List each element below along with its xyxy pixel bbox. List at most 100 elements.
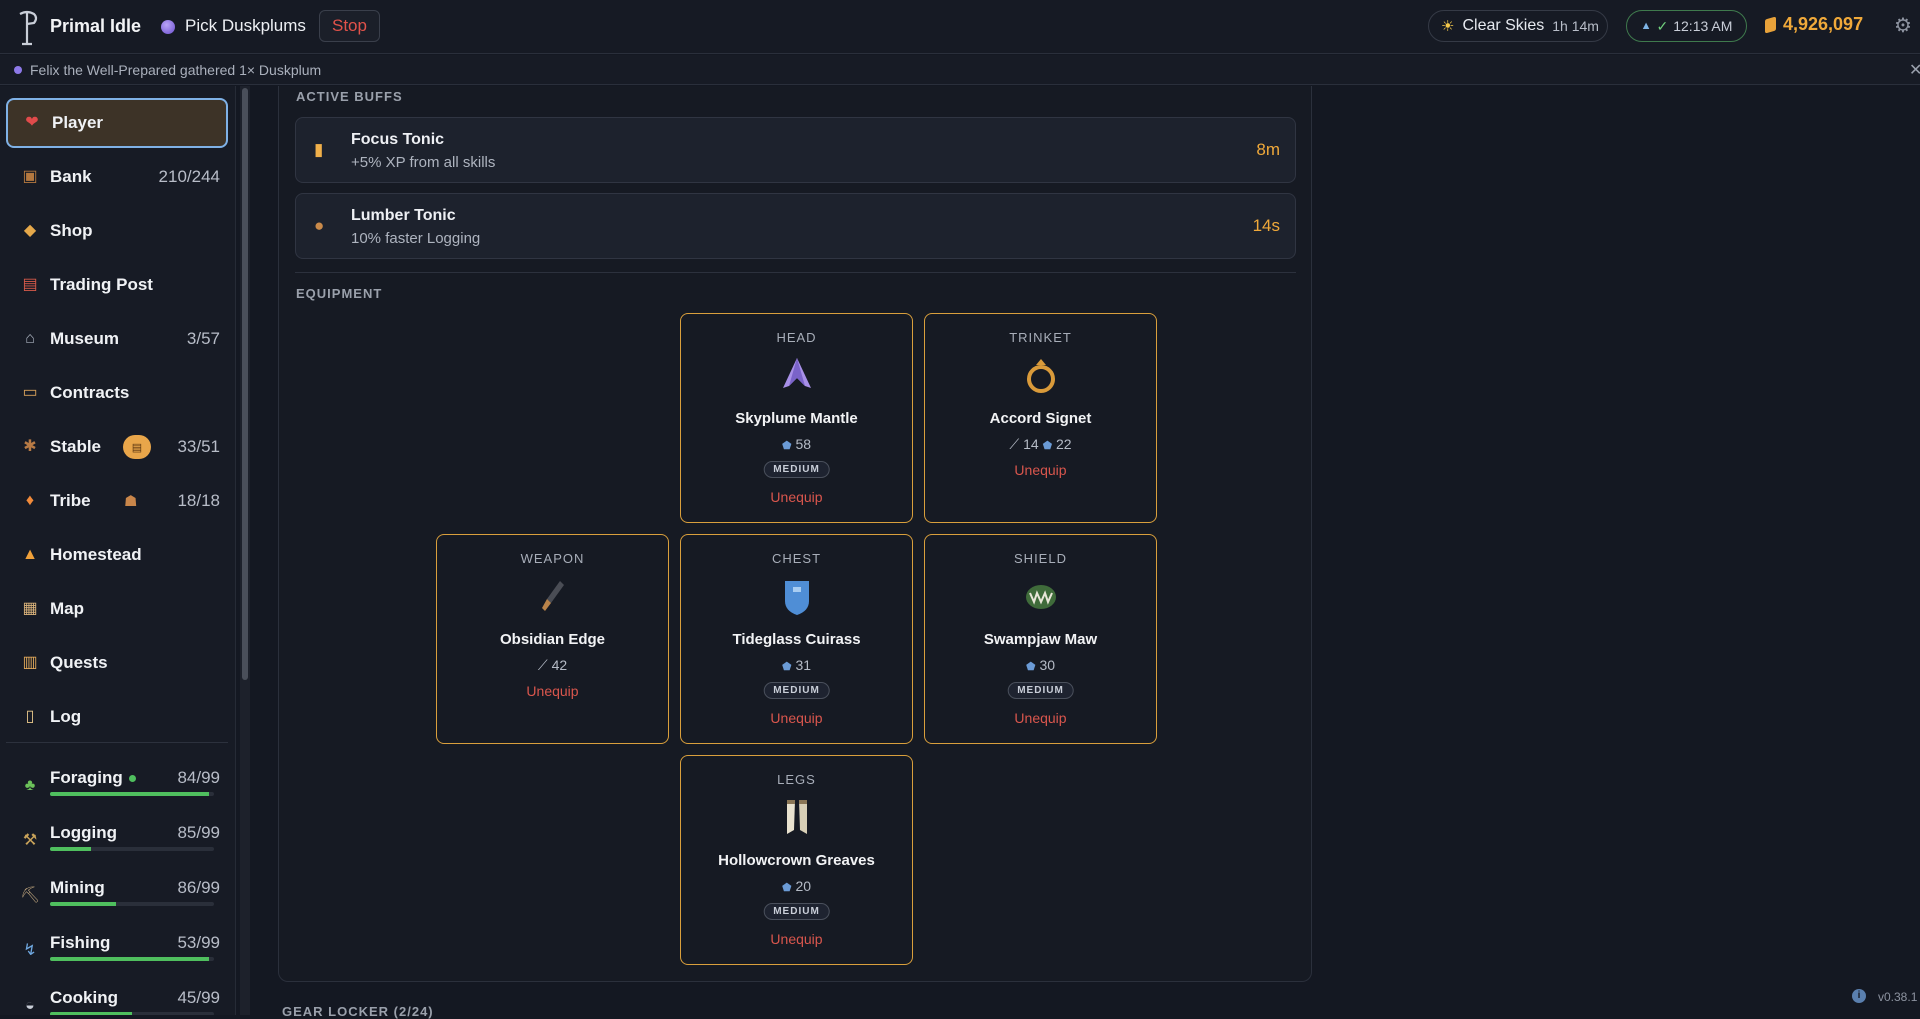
- check-icon: ✓: [1656, 17, 1669, 34]
- hood-icon: [783, 358, 811, 388]
- sidebar-item-homestead[interactable]: ▲ Homestead: [6, 530, 228, 580]
- weather-pill[interactable]: ☀ Clear Skies 1h 14m: [1428, 10, 1608, 42]
- sidebar-item-count: 18/18: [177, 491, 220, 510]
- skill-level: 84/99: [177, 768, 220, 787]
- gold-amount: 4,926,097: [1783, 14, 1864, 34]
- unequip-button[interactable]: Unequip: [925, 710, 1156, 726]
- slot-type: LEGS: [777, 772, 816, 787]
- sidebar-item-player[interactable]: ❤ Player: [6, 98, 228, 148]
- equipment-slot-weapon[interactable]: WEAPON Obsidian Edge ⟋ 42 Unequip: [436, 534, 669, 744]
- sidebar-item-contracts[interactable]: ▭ Contracts: [6, 368, 228, 418]
- unequip-button[interactable]: Unequip: [925, 462, 1156, 478]
- buff-card: ● Lumber Tonic 10% faster Logging 14s: [295, 193, 1296, 259]
- defense-value: 20: [795, 878, 812, 894]
- item-stats: ⟋ 42: [437, 657, 668, 674]
- buff-description: 10% faster Logging: [351, 230, 481, 247]
- sidebar-item-museum[interactable]: ⌂ Museum 3/57: [6, 314, 228, 364]
- scrollbar-thumb[interactable]: [242, 88, 248, 680]
- close-icon[interactable]: ✕: [1909, 60, 1920, 80]
- notification-text: Felix the Well-Prepared gathered 1× Dusk…: [30, 62, 322, 78]
- sidebar-item-stable[interactable]: ✱ Stable ▤ 33/51: [6, 422, 228, 472]
- shield-stat-icon: ⬟: [1042, 440, 1053, 452]
- settings-gear-icon[interactable]: ⚙: [1894, 16, 1914, 36]
- item-name: Swampjaw Maw: [983, 631, 1098, 648]
- sidebar-item-trading-post[interactable]: ▤ Trading Post: [6, 260, 228, 310]
- unequip-button[interactable]: Unequip: [681, 710, 912, 726]
- sidebar-item-label: Player: [52, 113, 104, 132]
- heart-icon: ❤: [25, 114, 39, 131]
- sidebar-item-label: Trading Post: [50, 275, 153, 294]
- unequip-button[interactable]: Unequip: [681, 931, 912, 947]
- defense-value: 58: [795, 436, 812, 452]
- weight-badge: MEDIUM: [763, 461, 830, 478]
- defense-value: 22: [1056, 436, 1072, 452]
- unequip-button[interactable]: Unequip: [437, 683, 668, 699]
- sprout-icon: ♣: [24, 777, 36, 794]
- item-name: Obsidian Edge: [499, 631, 605, 648]
- gear-locker-header[interactable]: GEAR LOCKER (2/24): [282, 1004, 434, 1019]
- villager-icon: ☗: [124, 493, 138, 510]
- chestplate-icon: [785, 581, 809, 615]
- item-name: Skyplume Mantle: [735, 410, 858, 427]
- sidebar-skill-foraging[interactable]: ♣ Foraging 84/99: [6, 762, 228, 816]
- sidebar-item-quests[interactable]: ▥ Quests: [6, 638, 228, 688]
- equipment-slot-trinket[interactable]: TRINKET Accord Signet ⟋ 14 ⬟ 22 Unequip: [924, 313, 1157, 523]
- sign-icon: ▭: [22, 384, 38, 401]
- skill-progress-bar: [50, 847, 214, 851]
- box-icon: ◆: [23, 222, 37, 239]
- sidebar-item-label: Map: [50, 599, 84, 618]
- sidebar-skill-fishing[interactable]: ↯ Fishing 53/99: [6, 927, 228, 981]
- defense-value: 30: [1039, 657, 1056, 673]
- slot-type: TRINKET: [1009, 330, 1072, 345]
- map-icon: ▦: [22, 600, 38, 617]
- buff-card: ▮ Focus Tonic +5% XP from all skills 8m: [295, 117, 1296, 183]
- top-bar: Primal Idle Pick Duskplums Stop ☀ Clear …: [0, 0, 1920, 54]
- buff-time-remaining: 14s: [1252, 216, 1280, 235]
- sidebar-skill-cooking[interactable]: ◒ Cooking 45/99: [6, 982, 228, 1015]
- buff-time-remaining: 8m: [1256, 140, 1280, 159]
- sidebar-item-tribe[interactable]: ♦ Tribe ☗ 18/18: [6, 476, 228, 526]
- clock-pill[interactable]: ▲ ✓ 12:13 AM: [1626, 10, 1747, 42]
- sidebar-item-log[interactable]: ▯ Log: [6, 692, 228, 742]
- equipment-slot-shield[interactable]: SHIELD Swampjaw Maw ⬟ 30 MEDIUM Unequip: [924, 534, 1157, 744]
- greaves-icon: [787, 800, 807, 834]
- equipment-title: EQUIPMENT: [296, 286, 383, 301]
- sidebar-item-map[interactable]: ▦ Map: [6, 584, 228, 634]
- skill-label: Fishing: [50, 933, 111, 952]
- sidebar-scrollbar[interactable]: [240, 86, 250, 1015]
- stop-button[interactable]: Stop: [319, 10, 380, 42]
- ring-icon: [1027, 359, 1055, 393]
- sidebar-item-label: Shop: [50, 221, 93, 240]
- sidebar-item-label: Stable: [50, 437, 102, 456]
- attack-value: 14: [1023, 436, 1039, 452]
- buff-name: Lumber Tonic: [351, 207, 456, 224]
- skill-level: 53/99: [177, 933, 220, 952]
- skill-progress-bar: [50, 792, 214, 796]
- item-name: Hollowcrown Greaves: [718, 852, 875, 869]
- info-icon[interactable]: i: [1852, 989, 1866, 1003]
- sword-stat-icon: ⟋: [537, 657, 548, 673]
- version-label: v0.38.1: [1878, 990, 1918, 1004]
- sidebar-item-bank[interactable]: ▣ Bank 210/244: [6, 152, 228, 202]
- sidebar-item-count: 33/51: [177, 437, 220, 456]
- stable-notice-badge: ▤: [123, 435, 151, 459]
- sidebar-item-label: Contracts: [50, 383, 130, 402]
- scroll-icon: ▯: [25, 708, 35, 725]
- sidebar-item-shop[interactable]: ◆ Shop: [6, 206, 228, 256]
- active-buffs-title: ACTIVE BUFFS: [296, 89, 403, 104]
- sidebar-skill-mining[interactable]: ⛏ Mining 86/99: [6, 872, 228, 926]
- item-stats: ⬟ 31: [681, 657, 912, 673]
- sidebar-skill-logging[interactable]: ⚒ Logging 85/99: [6, 817, 228, 871]
- unequip-button[interactable]: Unequip: [681, 489, 912, 505]
- equipment-slot-legs[interactable]: LEGS Hollowcrown Greaves ⬟ 20 MEDIUM Une…: [680, 755, 913, 965]
- jaw-shield-icon: [1026, 585, 1056, 609]
- skill-level: 85/99: [177, 823, 220, 842]
- equipment-slot-chest[interactable]: CHEST Tideglass Cuirass ⬟ 31 MEDIUM Uneq…: [680, 534, 913, 744]
- equipment-slot-head[interactable]: HEAD Skyplume Mantle ⬟ 58 MEDIUM Unequip: [680, 313, 913, 523]
- skill-label: Foraging: [50, 768, 136, 788]
- pot-icon: ◒: [25, 997, 35, 1014]
- weight-badge: MEDIUM: [763, 903, 830, 920]
- sidebar-item-label: Log: [50, 707, 82, 726]
- duskplum-dot-icon: [14, 66, 22, 74]
- sun-icon: ☀: [1441, 18, 1455, 35]
